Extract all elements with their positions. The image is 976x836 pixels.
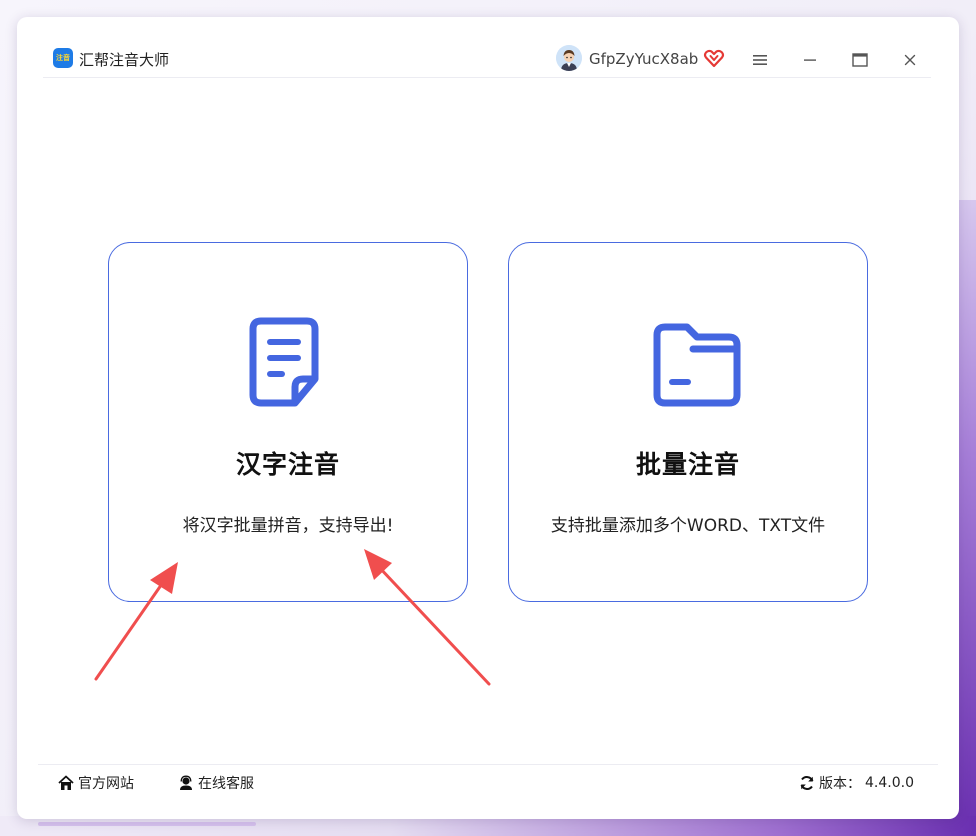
app-window: 注音 汇帮注音大师 GfpZyYucX8ab 汉字注音 将汉字批量拼音，支持导出… bbox=[17, 17, 959, 819]
maximize-button[interactable] bbox=[847, 47, 873, 73]
hamburger-menu-icon bbox=[753, 55, 767, 65]
minimize-icon bbox=[804, 59, 816, 61]
customer-service-icon bbox=[180, 775, 192, 790]
card-description: 将汉字批量拼音，支持导出! bbox=[182, 516, 394, 536]
folder-icon bbox=[645, 315, 741, 411]
version-info[interactable]: 版本： 4.4.0.0 bbox=[799, 773, 914, 793]
close-button[interactable] bbox=[897, 47, 923, 73]
version-value: 4.4.0.0 bbox=[865, 775, 914, 791]
user-avatar-icon[interactable] bbox=[556, 45, 582, 71]
app-title: 汇帮注音大师 bbox=[79, 51, 170, 69]
online-support-link[interactable]: 在线客服 bbox=[178, 773, 254, 793]
close-icon bbox=[904, 54, 916, 66]
taskbar-indicator bbox=[38, 822, 256, 826]
app-logo-icon: 注音 bbox=[53, 48, 73, 68]
official-website-label: 官方网站 bbox=[78, 776, 134, 792]
card-title: 批量注音 bbox=[635, 450, 740, 479]
card-batch-zhuyin[interactable]: 批量注音 支持批量添加多个WORD、TXT文件 bbox=[508, 242, 868, 602]
card-title: 汉字注音 bbox=[235, 450, 340, 479]
background-bottom-strip bbox=[0, 816, 976, 836]
maximize-icon bbox=[852, 53, 868, 67]
card-description: 支持批量添加多个WORD、TXT文件 bbox=[550, 516, 826, 536]
home-icon bbox=[58, 775, 74, 790]
minimize-button[interactable] bbox=[797, 47, 823, 73]
footer-bar: 官方网站 在线客服 版本： 4.4.0.0 bbox=[38, 764, 938, 801]
online-support-label: 在线客服 bbox=[198, 776, 254, 792]
refresh-icon bbox=[800, 776, 814, 790]
username[interactable]: GfpZyYucX8ab bbox=[589, 50, 698, 68]
document-icon bbox=[245, 315, 333, 411]
menu-button[interactable] bbox=[747, 47, 773, 73]
version-label: 版本： bbox=[819, 776, 862, 792]
app-logo-text: 注音 bbox=[56, 53, 70, 62]
card-hanzi-zhuyin[interactable]: 汉字注音 将汉字批量拼音，支持导出! bbox=[108, 242, 468, 602]
vip-heart-icon[interactable] bbox=[703, 47, 725, 69]
official-website-link[interactable]: 官方网站 bbox=[58, 773, 134, 793]
title-bar: 注音 汇帮注音大师 GfpZyYucX8ab bbox=[43, 43, 931, 78]
